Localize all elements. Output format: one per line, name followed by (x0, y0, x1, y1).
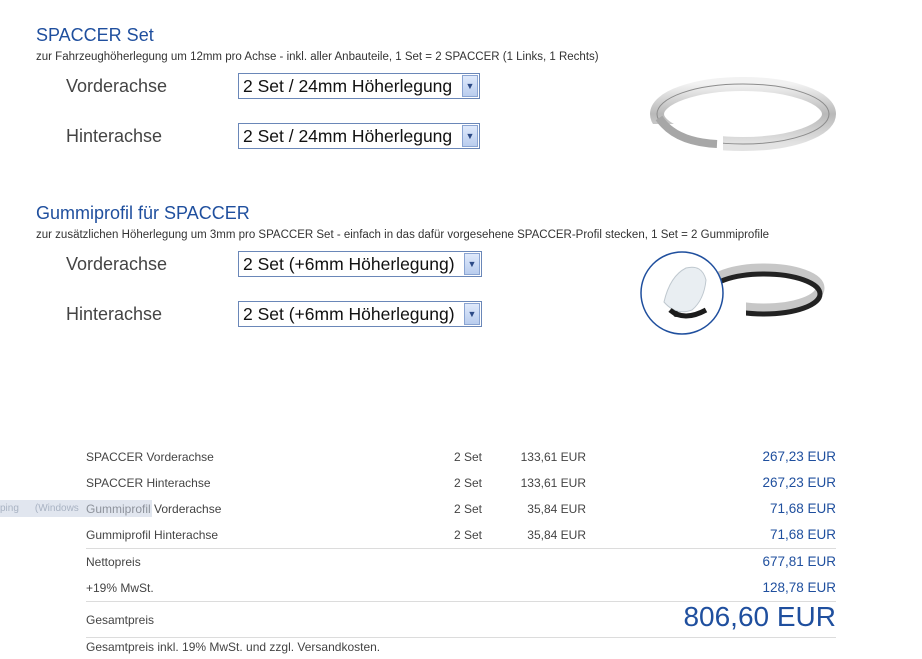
summary-item-label: SPACCER Vorderachse (86, 450, 214, 464)
gummi-rear-select[interactable]: 2 Set (+6mm Höherlegung) ▼ (238, 301, 482, 327)
chevron-down-icon[interactable]: ▼ (462, 75, 478, 97)
net-label: Nettopreis (86, 555, 141, 569)
gummi-front-value: 2 Set (+6mm Höherlegung) (243, 253, 455, 274)
summary-item-qty: 2 Set (454, 450, 483, 464)
gummiprofil-image (640, 251, 825, 335)
summary-item-unit: 35,84 EUR (527, 502, 586, 516)
gross-value: 806,60 EUR (683, 601, 836, 632)
summary-item-total: 267,23 EUR (762, 449, 836, 464)
spaccer-ring-image (650, 77, 836, 154)
ghost-text-right: (Windows (34, 503, 79, 514)
summary-item-label: SPACCER Hinterachse (86, 476, 211, 490)
spaccer-title: SPACCER Set (36, 25, 154, 45)
spaccer-front-select[interactable]: 2 Set / 24mm Höherlegung ▼ (238, 73, 480, 99)
summary-item-qty: 2 Set (454, 528, 483, 542)
footnote-text: Gesamtpreis inkl. 19% MwSt. und zzgl. Ve… (86, 640, 381, 654)
spaccer-rear-value: 2 Set / 24mm Höherlegung (243, 125, 453, 146)
gummi-title: Gummiprofil für SPACCER (36, 203, 250, 223)
spaccer-front-value: 2 Set / 24mm Höherlegung (243, 75, 453, 96)
spaccer-rear-select[interactable]: 2 Set / 24mm Höherlegung ▼ (238, 123, 480, 149)
vat-label: +19% MwSt. (86, 581, 154, 595)
spaccer-front-label: Vorderachse (66, 76, 168, 96)
divider (86, 548, 836, 549)
spaccer-subtitle: zur Fahrzeughöherlegung um 12mm pro Achs… (36, 51, 599, 63)
gummi-subtitle: zur zusätzlichen Höherlegung um 3mm pro … (36, 229, 770, 241)
summary-item-label: Gummiprofil Hinterachse (86, 528, 219, 542)
summary-item-unit: 133,61 EUR (520, 450, 586, 464)
gummi-front-select[interactable]: 2 Set (+6mm Höherlegung) ▼ (238, 251, 482, 277)
summary-item-total: 71,68 EUR (769, 501, 836, 516)
chevron-down-icon[interactable]: ▼ (464, 253, 480, 275)
ghost-overlay: ping (Windows (0, 500, 152, 517)
net-value: 677,81 EUR (762, 554, 836, 569)
chevron-down-icon[interactable]: ▼ (464, 303, 480, 325)
summary-item-total: 267,23 EUR (762, 475, 836, 490)
summary-item-unit: 133,61 EUR (520, 476, 586, 490)
gummi-rear-label: Hinterachse (66, 304, 163, 324)
gummi-front-label: Vorderachse (66, 254, 168, 274)
gummi-rear-value: 2 Set (+6mm Höherlegung) (243, 303, 455, 324)
spaccer-rear-label: Hinterachse (66, 126, 163, 146)
gross-label: Gesamtpreis (86, 613, 155, 627)
chevron-down-icon[interactable]: ▼ (462, 125, 478, 147)
summary-item-qty: 2 Set (454, 502, 483, 516)
summary-item-unit: 35,84 EUR (527, 528, 586, 542)
vat-value: 128,78 EUR (762, 580, 836, 595)
summary-item-qty: 2 Set (454, 476, 483, 490)
summary-item-total: 71,68 EUR (769, 527, 836, 542)
divider (86, 637, 836, 638)
ghost-text-left: ping (0, 503, 19, 514)
